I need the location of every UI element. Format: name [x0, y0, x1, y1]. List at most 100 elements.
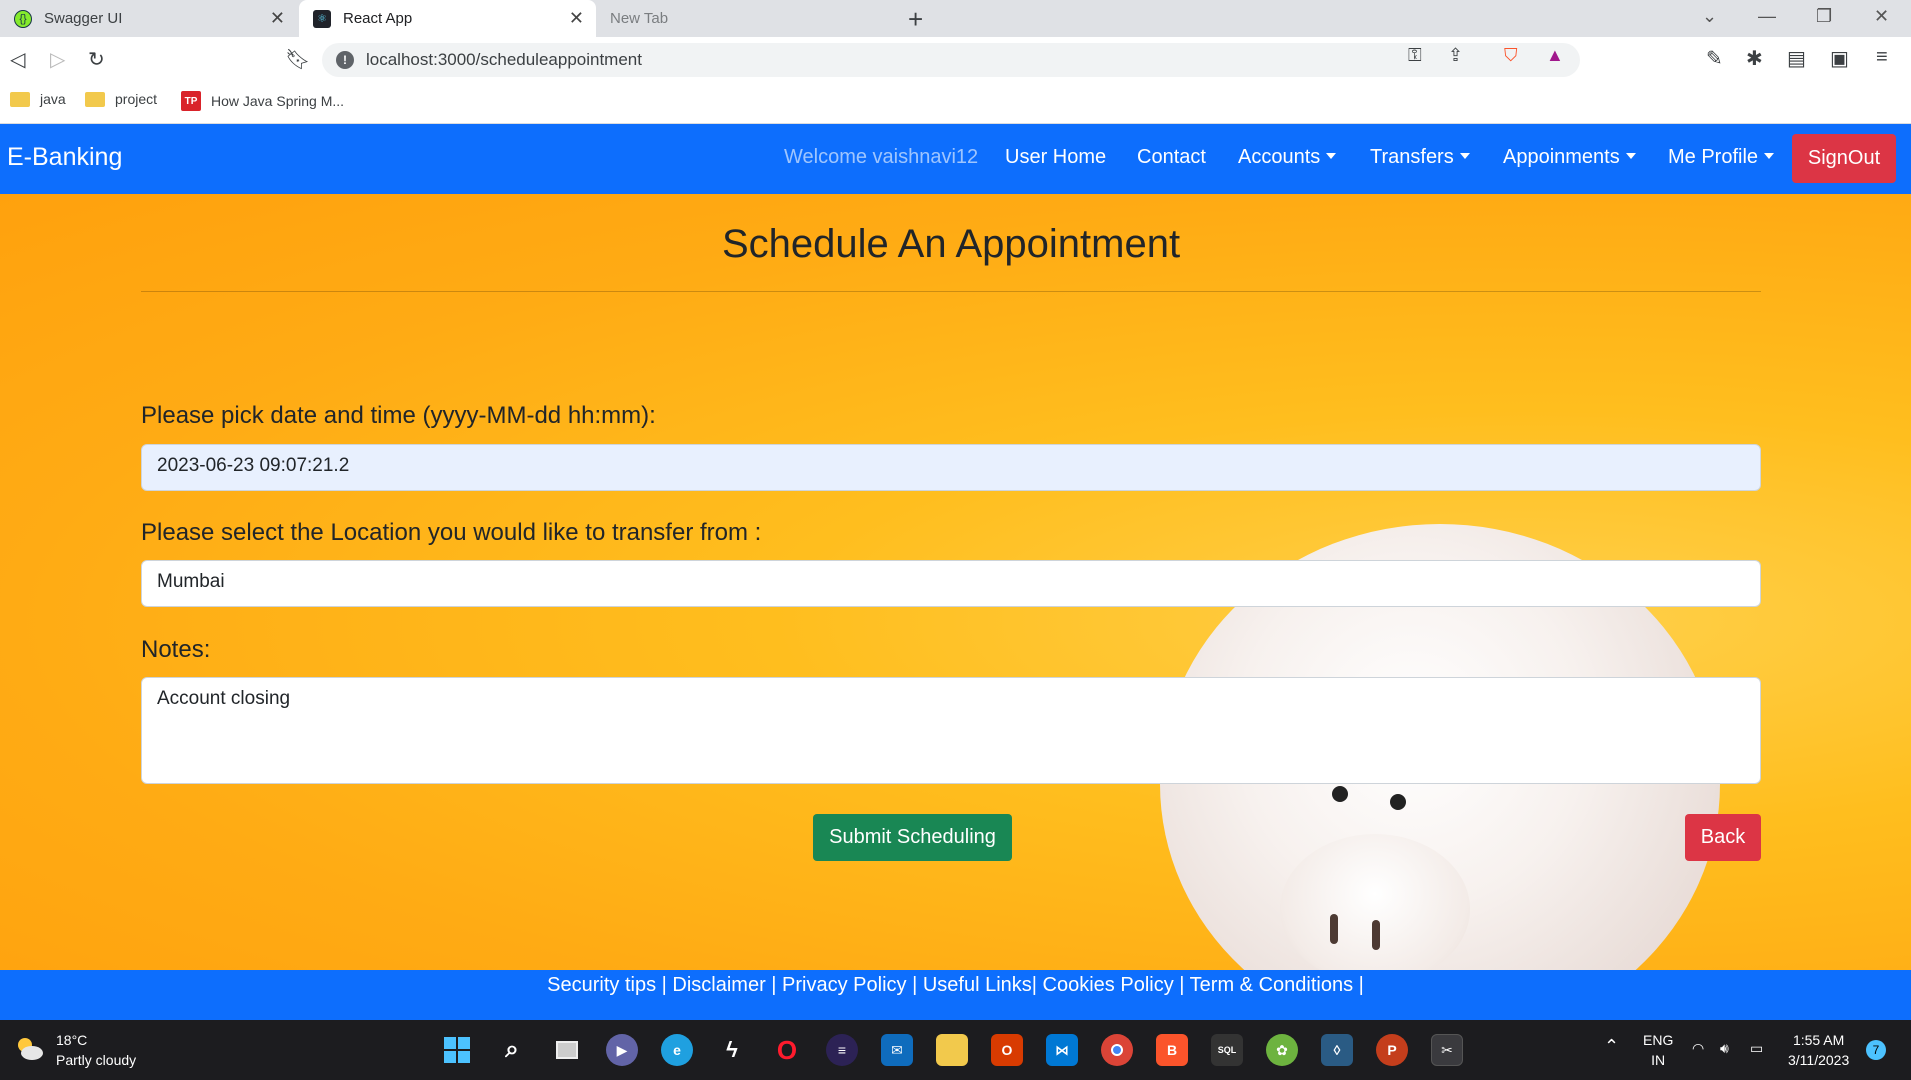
clock[interactable]: 1:55 AM 3/11/2023 [1788, 1030, 1849, 1070]
pen-icon[interactable]: ✎ [1706, 46, 1723, 71]
file-explorer-icon[interactable] [936, 1034, 968, 1066]
footer-link-terms[interactable]: Term & Conditions [1190, 974, 1353, 996]
app-navbar: E-Banking Welcome vaishnavi12 User Home … [0, 124, 1911, 194]
back-arrow-icon[interactable]: ◁ [10, 47, 25, 72]
extensions-puzzle-icon[interactable]: ✱ [1746, 46, 1763, 71]
bookmark-label: How Java Spring M... [211, 93, 345, 109]
mysql-workbench-icon[interactable]: SQL [1211, 1034, 1243, 1066]
tab-new-tab[interactable]: New Tab [596, 0, 893, 37]
piggy-eye-right [1390, 794, 1406, 810]
reload-icon[interactable]: ↻ [88, 47, 105, 72]
page-title: Schedule An Appointment [721, 222, 1181, 266]
nav-profile-dropdown[interactable]: Me Profile [1668, 146, 1775, 169]
battery-icon[interactable]: ▭ [1750, 1038, 1763, 1058]
eclipse-icon[interactable]: ≡ [826, 1034, 858, 1066]
nav-contact[interactable]: Contact [1137, 146, 1206, 169]
restore-icon[interactable]: ❐ [1816, 6, 1832, 27]
edge-browser-icon[interactable]: e [661, 1034, 693, 1066]
bookmark-icon[interactable]: 🔖︎ [285, 47, 310, 72]
folder-icon [85, 91, 105, 107]
close-icon[interactable]: ✕ [569, 8, 584, 29]
windows-start-icon[interactable] [441, 1034, 473, 1066]
minimize-icon[interactable]: — [1758, 6, 1776, 27]
footer-link-security-tips[interactable]: Security tips [547, 974, 656, 996]
notification-count-badge[interactable]: 7 [1866, 1040, 1886, 1060]
language-code: ENG [1643, 1032, 1674, 1048]
powerpoint-icon[interactable]: P [1376, 1034, 1408, 1066]
nav-appointments-dropdown[interactable]: Appoinments [1503, 146, 1636, 169]
welcome-text: Welcome vaishnavi12 [784, 146, 979, 168]
folder-icon [10, 91, 30, 107]
back-button[interactable]: Back [1685, 814, 1761, 861]
nav-label: Appoinments [1503, 146, 1620, 168]
snipping-tool-icon[interactable]: ✂ [1431, 1034, 1463, 1066]
bookmark-java[interactable]: java [10, 91, 66, 107]
url-text: localhost:3000/scheduleappointment [366, 50, 642, 69]
mail-icon[interactable]: ✉ [881, 1034, 913, 1066]
title-divider [141, 291, 1761, 292]
close-icon[interactable]: ✕ [270, 8, 285, 29]
key-icon[interactable]: ⚿ [1408, 45, 1422, 66]
nav-user-home[interactable]: User Home [1005, 146, 1106, 169]
caret-down-icon [1764, 153, 1775, 159]
signout-button[interactable]: SignOut [1792, 134, 1896, 183]
language-indicator[interactable]: ENG IN [1643, 1030, 1673, 1070]
task-view-icon[interactable] [551, 1034, 583, 1066]
address-bar[interactable]: ! localhost:3000/scheduleappointment [322, 43, 1580, 77]
menu-icon[interactable]: ≡ [1876, 46, 1888, 69]
spring-tool-icon[interactable]: ✿ [1266, 1034, 1298, 1066]
windows-taskbar: 18°C Partly cloudy ⌕ ▶ e ϟ O ≡ ✉ O ⋈ B S… [0, 1020, 1911, 1080]
vscode-icon[interactable]: ⋈ [1046, 1034, 1078, 1066]
new-tab-plus-icon[interactable]: + [908, 4, 923, 35]
browser-tab-strip: {} Swagger UI ✕ ⚛ React App ✕ New Tab + … [0, 0, 1911, 37]
swagger-icon: {} [14, 9, 32, 28]
tab-react-app[interactable]: ⚛ React App ✕ [299, 0, 596, 37]
nav-label: Me Profile [1668, 146, 1759, 168]
opera-icon[interactable]: O [771, 1034, 803, 1066]
teams-chat-icon[interactable]: ▶ [606, 1034, 638, 1066]
bookmark-label: project [115, 91, 158, 107]
search-icon[interactable]: ⌕ [496, 1034, 528, 1066]
nav-accounts-dropdown[interactable]: Accounts [1238, 146, 1337, 169]
weather-temperature[interactable]: 18°C [56, 1032, 87, 1048]
brave-rewards-icon[interactable]: ▲ [1546, 45, 1564, 66]
chrome-icon[interactable] [1101, 1034, 1133, 1066]
nav-transfers-dropdown[interactable]: Transfers [1370, 146, 1470, 169]
piggy-nostril-right [1372, 920, 1380, 950]
app-lightning-icon[interactable]: ϟ [716, 1034, 748, 1066]
brave-shield-icon[interactable]: ⛉ [1504, 45, 1518, 66]
site-info-icon[interactable]: ! [336, 51, 354, 69]
location-select[interactable]: Mumbai [141, 560, 1761, 607]
forward-arrow-icon[interactable]: ▷ [50, 47, 65, 72]
footer-link-cookies-policy[interactable]: Cookies Policy [1043, 974, 1174, 996]
notes-textarea[interactable]: Account closing [141, 677, 1761, 784]
bookmark-java-spring[interactable]: TP How Java Spring M... [181, 91, 344, 111]
volume-icon[interactable]: 🔊︎ [1720, 1038, 1729, 1058]
submit-scheduling-button[interactable]: Submit Scheduling [813, 814, 1012, 861]
tab-search-chevron-icon[interactable]: ⌄ [1702, 6, 1717, 27]
show-hidden-icons-chevron[interactable]: ⌃ [1604, 1036, 1619, 1056]
brand-logo[interactable]: E-Banking [7, 143, 122, 172]
close-window-icon[interactable]: ✕ [1874, 6, 1889, 27]
share-icon[interactable]: ⇪ [1448, 45, 1463, 66]
tab-swagger-ui[interactable]: {} Swagger UI ✕ [0, 0, 297, 37]
weather-description[interactable]: Partly cloudy [56, 1052, 136, 1068]
footer-link-privacy-policy[interactable]: Privacy Policy [782, 974, 906, 996]
footer-link-useful-links[interactable]: Useful Links [923, 974, 1032, 996]
partly-cloudy-icon[interactable] [14, 1034, 44, 1062]
piggy-nostril-left [1330, 914, 1338, 944]
wifi-icon[interactable]: ◠ [1692, 1038, 1704, 1058]
caret-down-icon [1459, 153, 1470, 159]
office-icon[interactable]: O [991, 1034, 1023, 1066]
brave-icon[interactable]: B [1156, 1034, 1188, 1066]
footer-link-disclaimer[interactable]: Disclaimer [672, 974, 765, 996]
nav-label: Transfers [1370, 146, 1454, 168]
tab-title: React App [343, 10, 413, 27]
bookmark-project[interactable]: project [85, 91, 157, 107]
date-time-input[interactable]: 2023-06-23 09:07:21.2 [141, 444, 1761, 491]
wallet-icon[interactable]: ▣ [1830, 46, 1849, 71]
nav-label: Accounts [1238, 146, 1321, 168]
sidebar-icon[interactable]: ▤ [1787, 46, 1806, 71]
tab-title: Swagger UI [44, 10, 123, 27]
mysql-dolphin-icon[interactable]: ◊ [1321, 1034, 1353, 1066]
